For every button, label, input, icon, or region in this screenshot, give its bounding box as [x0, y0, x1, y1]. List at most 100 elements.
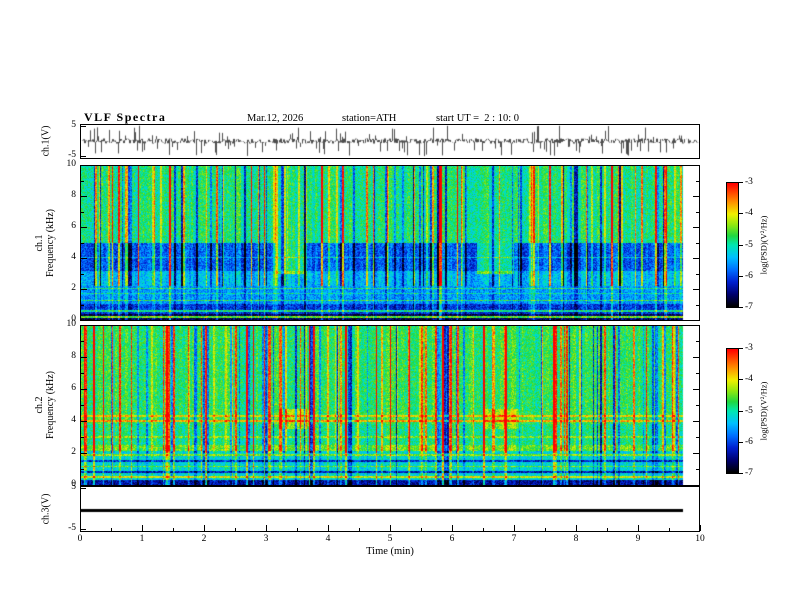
tick-mark	[739, 473, 743, 474]
tick-mark	[739, 307, 743, 308]
tick-mark	[81, 305, 84, 306]
y-tick-label: 2	[71, 447, 76, 457]
tick-mark	[693, 325, 699, 326]
tick-mark	[81, 389, 87, 390]
tick-mark	[693, 453, 699, 454]
station-label: station=ATH	[342, 113, 397, 124]
colorbar-tick-label: -4	[745, 208, 753, 218]
tick-mark	[576, 525, 577, 531]
tick-mark	[696, 341, 699, 342]
x-tick-label: 5	[387, 534, 393, 544]
tick-mark	[693, 389, 699, 390]
tick-mark	[81, 437, 84, 438]
tick-mark	[297, 528, 298, 531]
y-tick-label: 2	[71, 283, 76, 293]
ch1-waveform-panel	[80, 124, 700, 159]
tick-mark	[696, 181, 699, 182]
tick-mark	[739, 411, 743, 412]
tick-mark	[693, 485, 699, 486]
ch2-spectrogram-heatmap	[81, 326, 699, 485]
x-tick-label: 9	[635, 534, 641, 544]
tick-mark	[421, 528, 422, 531]
x-tick-label: 6	[449, 534, 455, 544]
ch1-waveform-canvas	[81, 125, 699, 158]
y-tick-label: 8	[71, 190, 76, 200]
tick-mark	[111, 528, 112, 531]
tick-mark	[693, 227, 699, 228]
x-tick-label: 7	[511, 534, 517, 544]
tick-mark	[693, 165, 699, 166]
tick-mark	[204, 525, 205, 531]
y-tick-label: 6	[71, 383, 76, 393]
time-axis-label: Time (min)	[366, 546, 414, 557]
ch2-spectrogram-panel	[80, 325, 700, 486]
tick-mark	[81, 243, 84, 244]
tick-mark	[638, 525, 639, 531]
ch1-frequency-axis-label: ch.1 Frequency (kHz)	[34, 209, 56, 277]
tick-mark	[81, 165, 87, 166]
y-tick-label: 10	[66, 159, 77, 169]
y-tick-label: 4	[71, 252, 76, 262]
tick-mark	[693, 289, 699, 290]
tick-mark	[696, 405, 699, 406]
colorbar-1-gradient	[727, 183, 738, 307]
y-tick-label: 5	[71, 482, 76, 492]
tick-mark	[739, 348, 743, 349]
y-tick-label: 10	[66, 319, 77, 329]
colorbar-tick-label: -5	[745, 406, 753, 416]
tick-mark	[81, 156, 86, 157]
tick-mark	[693, 258, 699, 259]
tick-mark	[693, 357, 699, 358]
x-tick-label: 2	[201, 534, 207, 544]
tick-mark	[81, 274, 84, 275]
tick-mark	[696, 212, 699, 213]
colorbar-tick-label: -6	[745, 437, 753, 447]
tick-mark	[81, 320, 87, 321]
y-tick-label: 4	[71, 415, 76, 425]
tick-mark	[81, 453, 87, 454]
y-tick-label: 5	[71, 120, 76, 130]
tick-mark	[739, 442, 743, 443]
tick-mark	[80, 525, 81, 531]
colorbar-2-gradient	[727, 349, 738, 473]
colorbar-tick-label: -5	[745, 240, 753, 250]
ch1-spectrogram-heatmap	[81, 166, 699, 320]
colorbar-tick-label: -4	[745, 374, 753, 384]
x-tick-label: 10	[695, 534, 705, 544]
tick-mark	[235, 528, 236, 531]
tick-mark	[696, 437, 699, 438]
tick-mark	[696, 469, 699, 470]
x-tick-label: 1	[139, 534, 145, 544]
tick-mark	[81, 212, 84, 213]
tick-mark	[81, 258, 87, 259]
tick-mark	[81, 289, 87, 290]
colorbar-2	[726, 348, 739, 474]
tick-mark	[739, 245, 743, 246]
tick-mark	[81, 325, 87, 326]
tick-mark	[81, 405, 84, 406]
colorbar-tick-label: -3	[745, 177, 753, 187]
tick-mark	[81, 421, 87, 422]
tick-mark	[81, 181, 84, 182]
ch2-frequency-axis-label: ch.2 Frequency (kHz)	[34, 371, 56, 439]
tick-mark	[696, 243, 699, 244]
tick-mark	[693, 196, 699, 197]
colorbar-tick-label: -3	[745, 343, 753, 353]
y-tick-label: -5	[68, 523, 76, 533]
tick-mark	[328, 525, 329, 531]
tick-mark	[696, 274, 699, 275]
tick-mark	[669, 528, 670, 531]
tick-mark	[81, 227, 87, 228]
tick-mark	[81, 529, 86, 530]
y-tick-label: 6	[71, 221, 76, 231]
frequency-khz-label: Frequency (kHz)	[45, 370, 56, 440]
tick-mark	[142, 525, 143, 531]
tick-mark	[696, 373, 699, 374]
start-ut-label: start UT = 2 : 10: 0	[436, 113, 520, 124]
x-tick-label: 0	[77, 534, 83, 544]
tick-mark	[739, 182, 743, 183]
tick-mark	[693, 320, 699, 321]
y-tick-label: 8	[71, 351, 76, 361]
frequency-khz-label: Frequency (kHz)	[45, 208, 56, 278]
tick-mark	[81, 373, 84, 374]
